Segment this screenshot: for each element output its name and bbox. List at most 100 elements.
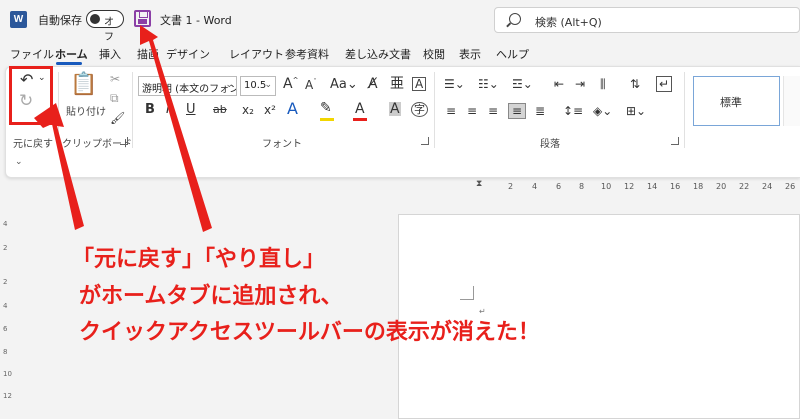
font-launcher-icon[interactable] bbox=[421, 137, 429, 145]
vertical-ruler: 4 2 2 4 6 8 10 12 bbox=[0, 208, 14, 419]
annotation-line-2: がホームタブに追加され、 bbox=[79, 284, 343, 309]
horizontal-ruler: ⧗ 2 4 6 8 10 12 14 16 18 20 22 24 26 bbox=[470, 179, 800, 194]
format-painter-icon[interactable]: 🖌 bbox=[110, 112, 125, 124]
paragraph-launcher-icon[interactable] bbox=[671, 137, 679, 145]
justify-icon[interactable]: ≡ bbox=[508, 103, 527, 119]
divider bbox=[684, 72, 685, 148]
ruler-number: 14 bbox=[647, 182, 658, 191]
enclosed-character-icon[interactable]: 字 bbox=[411, 102, 428, 117]
tab-view[interactable]: 表示 bbox=[459, 46, 481, 62]
ruler-number: 2 bbox=[3, 244, 8, 252]
distributed-icon[interactable]: ≣ bbox=[535, 105, 545, 117]
character-border-icon[interactable]: A bbox=[412, 77, 427, 91]
toggle-knob bbox=[90, 14, 100, 24]
tab-help[interactable]: ヘルプ bbox=[496, 46, 529, 62]
increase-indent-icon[interactable]: ⇥ bbox=[575, 78, 585, 90]
borders-icon[interactable]: ⊞⌄ bbox=[626, 105, 646, 117]
tab-home[interactable]: ホーム bbox=[55, 46, 88, 62]
align-right-icon[interactable]: ≡ bbox=[488, 105, 498, 117]
font-name-select[interactable]: 游明朝 (本文のフォン ⌄ bbox=[138, 76, 237, 96]
ruler-number: 4 bbox=[3, 302, 8, 310]
ribbon-tabs: ファイル ホーム 挿入 描画 デザイン レイアウト 参考資料 差し込み文書 校閲… bbox=[0, 42, 800, 64]
ruler-number: 16 bbox=[670, 182, 681, 191]
tab-draw[interactable]: 描画 bbox=[137, 46, 159, 62]
document-title: 文書 1 - Word bbox=[160, 14, 232, 27]
tab-references[interactable]: 参考資料 bbox=[285, 46, 329, 62]
title-bar: W 自動保存 オフ 文書 1 - Word 検索 (Alt+Q) bbox=[0, 0, 800, 43]
highlight-icon[interactable]: ✎ bbox=[320, 101, 332, 115]
decrease-indent-icon[interactable]: ⇤ bbox=[554, 78, 564, 90]
font-size-value: 10.5 bbox=[244, 80, 267, 91]
search-input[interactable]: 検索 (Alt+Q) bbox=[494, 7, 800, 33]
highlight-box bbox=[9, 66, 53, 125]
chevron-down-icon: ⌄ bbox=[225, 80, 233, 90]
paste-label[interactable]: 貼り付け bbox=[66, 103, 106, 118]
ruler-number: 10 bbox=[3, 370, 12, 378]
superscript-button[interactable]: x² bbox=[264, 104, 276, 116]
copy-icon[interactable]: ⧉ bbox=[110, 92, 119, 104]
ruler-number: 4 bbox=[532, 182, 538, 191]
ruler-number: 8 bbox=[579, 182, 585, 191]
paste-icon[interactable]: 📋 bbox=[70, 74, 97, 96]
numbering-icon[interactable]: ☷⌄ bbox=[478, 78, 499, 90]
ruler-number: 20 bbox=[716, 182, 727, 191]
style-sample: 標準 bbox=[720, 96, 742, 109]
ruler-number: 2 bbox=[3, 278, 8, 286]
style-normal[interactable]: 標準 bbox=[693, 76, 780, 126]
ruler-number: 24 bbox=[762, 182, 773, 191]
autosave-state: オフ bbox=[104, 17, 114, 43]
strikethrough-button[interactable]: ab bbox=[213, 104, 227, 115]
ribbon-collapse-icon[interactable]: ⌄ bbox=[15, 157, 23, 167]
ruler-number: 4 bbox=[3, 220, 8, 228]
undo-group-label: 元に戻す bbox=[13, 139, 53, 150]
tab-design[interactable]: デザイン bbox=[166, 46, 210, 62]
ruler-number: 22 bbox=[739, 182, 750, 191]
tab-layout[interactable]: レイアウト bbox=[229, 46, 284, 62]
word-app-icon: W bbox=[10, 11, 27, 28]
indent-marker-icon[interactable]: ⧗ bbox=[476, 179, 482, 189]
autosave-toggle[interactable]: オフ bbox=[86, 10, 124, 43]
bullets-icon[interactable]: ☰⌄ bbox=[444, 78, 465, 90]
cut-icon[interactable]: ✂ bbox=[110, 73, 120, 85]
character-shading-icon[interactable]: A bbox=[389, 102, 401, 116]
tab-insert[interactable]: 挿入 bbox=[99, 46, 121, 62]
bold-button[interactable]: B bbox=[145, 103, 155, 116]
underline-button[interactable]: U bbox=[186, 103, 196, 116]
shrink-font-icon[interactable]: Aˇ bbox=[305, 79, 317, 92]
change-case-icon[interactable]: Aa⌄ bbox=[330, 78, 358, 91]
clipboard-launcher-icon[interactable] bbox=[120, 137, 128, 145]
ruler-number: 18 bbox=[693, 182, 704, 191]
multilevel-list-icon[interactable]: ☲⌄ bbox=[512, 78, 533, 90]
subscript-button[interactable]: x₂ bbox=[242, 104, 254, 116]
align-center-icon[interactable]: ≡ bbox=[467, 105, 477, 117]
chevron-down-icon: ⌄ bbox=[264, 80, 272, 90]
tab-mailings[interactable]: 差し込み文書 bbox=[345, 46, 411, 62]
show-formatting-icon[interactable]: ↵ bbox=[656, 76, 673, 92]
styles-scrollbar[interactable] bbox=[783, 76, 800, 126]
text-direction-icon[interactable]: ⫼ bbox=[600, 78, 606, 90]
shading-icon[interactable]: ◈⌄ bbox=[593, 105, 612, 117]
phonetic-guide-icon[interactable]: 亜 bbox=[390, 77, 404, 91]
ruler-number: 10 bbox=[601, 182, 612, 191]
align-left-icon[interactable]: ≡ bbox=[446, 105, 456, 117]
sort-icon[interactable]: ⇅ bbox=[630, 78, 640, 90]
text-effects-icon[interactable]: A bbox=[287, 101, 298, 117]
font-size-select[interactable]: 10.5 ⌄ bbox=[240, 76, 276, 96]
font-color-bar bbox=[353, 118, 367, 121]
italic-button[interactable]: I bbox=[166, 103, 170, 116]
font-color-icon[interactable]: A bbox=[355, 102, 365, 116]
clear-formatting-icon[interactable]: A̸ bbox=[368, 77, 378, 91]
highlight-color-bar bbox=[320, 118, 334, 121]
search-icon bbox=[509, 13, 521, 25]
annotation-line-1: 「元に戻す」「やり直し」 bbox=[72, 247, 326, 272]
tab-file[interactable]: ファイル bbox=[10, 46, 54, 62]
search-placeholder: 検索 (Alt+Q) bbox=[535, 16, 602, 29]
tab-review[interactable]: 校閲 bbox=[423, 46, 445, 62]
paragraph-group-label: 段落 bbox=[540, 139, 560, 150]
line-spacing-icon[interactable]: ↕≡ bbox=[563, 105, 583, 117]
divider bbox=[434, 72, 435, 148]
save-icon[interactable] bbox=[134, 10, 151, 27]
ruler-number: 6 bbox=[556, 182, 562, 191]
margin-corner-mark bbox=[460, 286, 474, 300]
grow-font-icon[interactable]: A^ bbox=[283, 77, 298, 91]
